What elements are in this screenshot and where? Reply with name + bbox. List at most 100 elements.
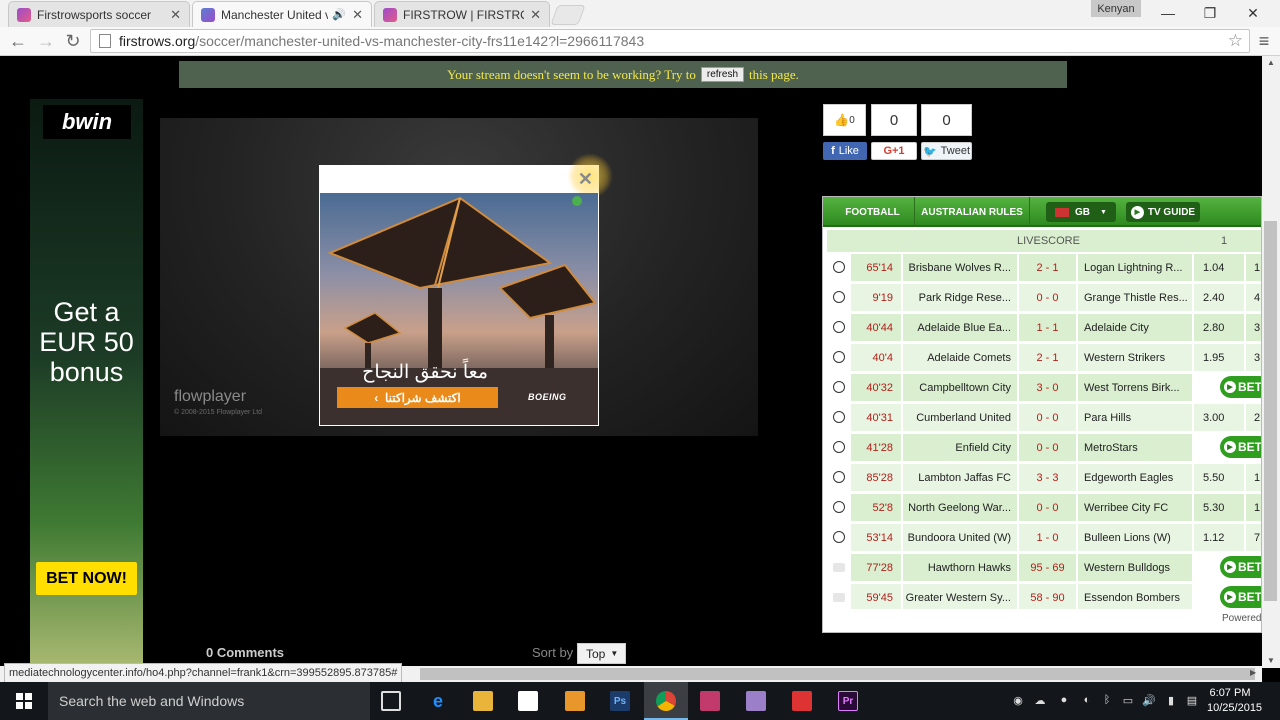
ad-image[interactable]: معاً نحقق النجاح اكتشف شراكتنا › BOEING (320, 193, 598, 425)
tray-icon[interactable]: ◐ (1080, 693, 1094, 707)
match-row[interactable]: 77'28 Hawthorn Hawks 95 - 69 Western Bulldo… (827, 553, 1262, 582)
region-select[interactable]: GB ▼ (1046, 202, 1116, 222)
tweet-button[interactable]: 🐦 Tweet (921, 142, 972, 160)
close-ad-icon[interactable]: ✕ (578, 169, 593, 190)
match-row[interactable]: 40'4 Adelaide Comets 2 - 1 Western Strikers… (827, 343, 1261, 372)
match-odd2: 1 (1246, 254, 1261, 281)
scroll-up-icon[interactable]: ▲ (1267, 58, 1275, 67)
notice-text-end: this page. (749, 66, 799, 82)
scrollbar-thumb[interactable] (1264, 221, 1277, 601)
bookmark-star-icon[interactable]: ☆ (1228, 31, 1243, 51)
match-score: 0 - 0 (1019, 434, 1076, 461)
scroll-down-icon[interactable]: ▼ (1267, 656, 1275, 665)
close-window-button[interactable]: ✕ (1233, 2, 1273, 24)
play-icon: ▶ (1224, 381, 1236, 393)
battery-icon[interactable]: ▮ (1164, 693, 1178, 707)
bet-button[interactable]: ▶ BET (1220, 586, 1261, 608)
bet-button[interactable]: ▶ BET (1220, 376, 1261, 398)
forward-arrow-icon[interactable]: → (34, 29, 58, 53)
bluetooth-icon[interactable]: ᛒ (1100, 693, 1114, 707)
premiere-icon[interactable]: Pr (838, 691, 858, 711)
address-bar[interactable]: firstrows.org/soccer/manchester-united-v… (90, 29, 1250, 53)
taskbar-search[interactable]: Search the web and Windows (48, 682, 370, 720)
chrome-menu-icon[interactable]: ≡ (1254, 30, 1274, 52)
file-explorer-icon[interactable] (473, 691, 493, 711)
bet-button[interactable]: ▶ BET (1220, 436, 1261, 458)
reload-icon[interactable]: ↻ (61, 29, 85, 53)
bet-button[interactable]: ▶ BET (1220, 556, 1262, 578)
clock[interactable]: 6:07 PM 10/25/2015 (1207, 686, 1262, 716)
viber-icon[interactable]: ◉ (1011, 693, 1025, 707)
back-arrow-icon[interactable]: ← (6, 29, 30, 53)
notifications-icon[interactable]: ▤ (1185, 693, 1199, 707)
match-away: Edgeworth Eagles (1078, 464, 1192, 491)
vertical-scrollbar[interactable]: ▲ ▼ (1262, 56, 1280, 668)
network-icon[interactable]: ▭ (1121, 693, 1135, 707)
app-orange-icon[interactable] (565, 691, 585, 711)
app-red-icon[interactable] (792, 691, 812, 711)
refresh-button[interactable]: refresh (700, 67, 745, 82)
match-odd1: 3.00 (1194, 404, 1244, 431)
ad-line: EUR 50 (39, 327, 134, 357)
chrome-taskbar-button[interactable] (644, 682, 688, 720)
match-odd2: 3 (1246, 344, 1261, 371)
app-tray-icon[interactable]: ● (1057, 693, 1071, 707)
site-favicon-icon (201, 7, 215, 22)
notice-text: Your stream doesn't seem to be working? … (447, 66, 696, 82)
speaker-icon[interactable]: 🔊 (332, 8, 346, 21)
match-away: MetroStars (1078, 434, 1192, 461)
edge-icon[interactable]: e (428, 691, 448, 711)
ad-discover-button[interactable]: اكتشف شراكتنا › (337, 387, 498, 408)
match-row[interactable]: 40'31 Cumberland United 0 - 0 Para Hills 3.0… (827, 403, 1261, 432)
app-pink-icon[interactable] (700, 691, 720, 711)
photoshop-icon[interactable]: Ps (610, 691, 630, 711)
cloud-icon[interactable]: ☁ (1033, 693, 1047, 707)
soccer-ball-icon (833, 411, 845, 423)
match-row[interactable]: 59'45 Greater Western Sy... 58 - 90 Essendo… (827, 583, 1261, 612)
app-purple-icon[interactable] (746, 691, 766, 711)
tv-guide-button[interactable]: ▶ TV GUIDE (1126, 202, 1200, 222)
tab-football[interactable]: FOOTBALL (831, 197, 915, 227)
tab-australian-rules[interactable]: AUSTRALIAN RULES (915, 197, 1030, 227)
comments-count: 0 Comments (206, 645, 285, 660)
aussie-rules-icon (833, 593, 845, 602)
scrollbar-thumb[interactable] (420, 668, 1255, 680)
match-row[interactable]: 40'32 Campbelltown City 3 - 0 West Torrens … (827, 373, 1261, 402)
flowplayer-logo: flowplayer (174, 388, 247, 405)
facebook-like-button[interactable]: f Like (823, 142, 867, 160)
start-button[interactable] (0, 682, 48, 720)
bet-now-button[interactable]: BET NOW! (36, 562, 137, 595)
match-row[interactable]: 40'44 Adelaide Blue Ea... 1 - 1 Adelaide Ci… (827, 313, 1261, 342)
match-time: 40'44 (851, 314, 901, 341)
scroll-right-icon[interactable]: ▶ (1250, 668, 1256, 677)
restore-button[interactable]: ❐ (1190, 2, 1230, 24)
bet-label: BET (1238, 560, 1262, 574)
match-row[interactable]: 85'28 Lambton Jaffas FC 3 - 3 Edgeworth Eag… (827, 463, 1261, 492)
gplus-button[interactable]: G+1 (871, 142, 917, 160)
match-home: North Geelong War... (903, 494, 1017, 521)
tab-manchester-united[interactable]: Manchester United vs M 🔊 ✕ (192, 1, 372, 27)
minimize-button[interactable]: — (1148, 2, 1188, 24)
task-view-icon[interactable] (381, 691, 401, 711)
close-tab-icon[interactable]: ✕ (170, 7, 181, 23)
match-row[interactable]: 52'8 North Geelong War... 0 - 0 Werribee Ci… (827, 493, 1261, 522)
aussie-rules-icon (833, 563, 845, 572)
like-count: 0 (849, 114, 855, 126)
sort-select[interactable]: Top ▼ (577, 643, 626, 664)
store-icon[interactable] (518, 691, 538, 711)
twitter-icon: 🐦 (922, 145, 937, 158)
match-away: West Torrens Birk... (1078, 374, 1192, 401)
match-row[interactable]: 9'19 Park Ridge Rese... 0 - 0 Grange Thistl… (827, 283, 1261, 312)
match-row[interactable]: 65'14 Brisbane Wolves R... 2 - 1 Logan Ligh… (827, 253, 1261, 282)
match-row[interactable]: 53'14 Bundoora United (W) 1 - 0 Bulleen Lio… (827, 523, 1261, 552)
bwin-ad-banner[interactable]: bwin Get a EUR 50 bonus BET NOW! (30, 99, 143, 665)
close-tab-icon[interactable]: ✕ (530, 7, 541, 23)
user-badge[interactable]: Kenyan (1091, 0, 1141, 17)
player-overlay-ad[interactable]: ✕ معاً نحقق النجاح اكتشف شراكتنا › BOEIN… (319, 153, 613, 426)
tab-firstrowsports[interactable]: Firstrowsports soccer ✕ (8, 1, 190, 27)
tab-firstrow[interactable]: FIRSTROW | FIRSTROWSPO ✕ (374, 1, 550, 27)
close-tab-icon[interactable]: ✕ (352, 7, 363, 23)
match-row[interactable]: 41'28 Enfield City 0 - 0 MetroStars ▶ BET (827, 433, 1261, 462)
volume-icon[interactable]: 🔊 (1142, 693, 1156, 707)
page-icon (99, 34, 111, 48)
